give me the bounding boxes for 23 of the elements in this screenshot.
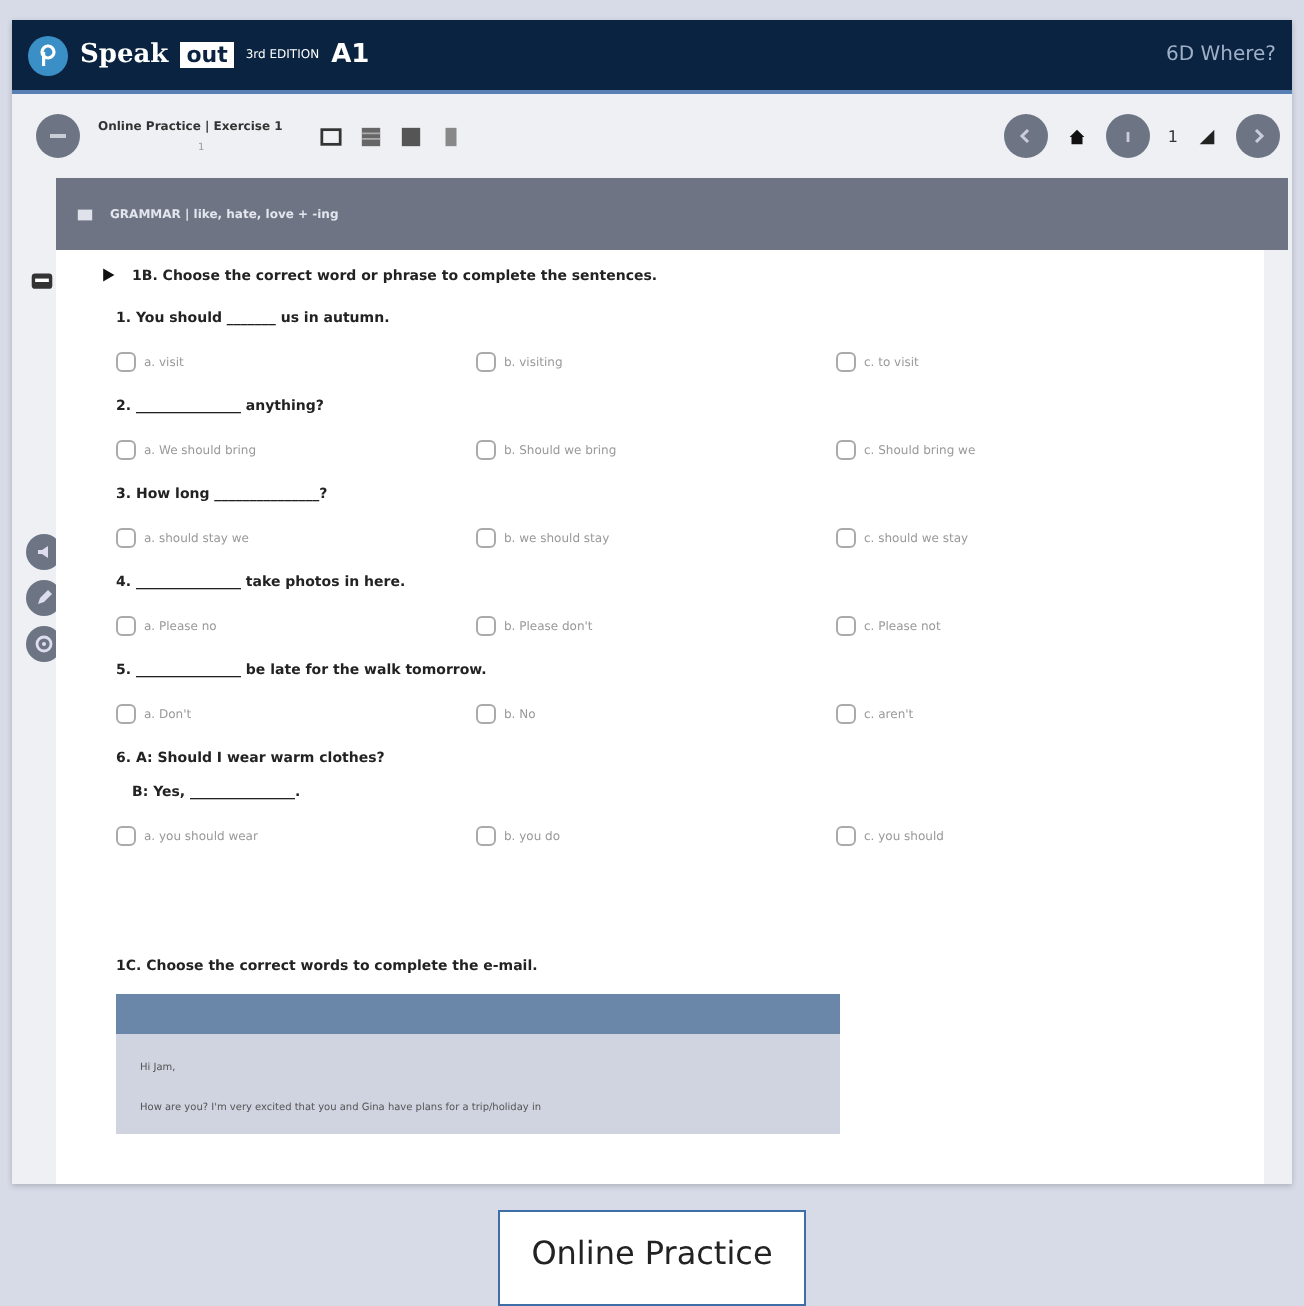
grid-icon[interactable] <box>360 125 383 147</box>
speaker-icon <box>34 542 54 562</box>
list-icon[interactable] <box>440 125 463 147</box>
menu-button[interactable] <box>36 114 80 158</box>
screen-icon[interactable] <box>320 125 343 147</box>
home-icon[interactable] <box>1065 125 1088 147</box>
level-label: A1 <box>331 40 370 70</box>
brand-badge: out <box>180 42 234 68</box>
next-button[interactable] <box>1236 114 1280 158</box>
book-icon <box>76 205 94 223</box>
chat-icon[interactable] <box>30 270 54 294</box>
play-icon[interactable] <box>100 266 116 284</box>
unit-title: 6D Where? <box>1166 44 1276 66</box>
previous-button[interactable] <box>1003 114 1048 158</box>
info-button[interactable] <box>1105 114 1150 158</box>
pencil-icon <box>34 588 54 608</box>
signal-icon <box>1196 125 1218 147</box>
caption-label: Online Practice <box>497 1210 807 1306</box>
logo-icon <box>28 35 68 75</box>
target-icon <box>34 634 54 654</box>
page-indicator: 1 <box>1167 127 1178 145</box>
brand-name: Speak <box>80 40 169 70</box>
page-icon[interactable] <box>400 125 423 147</box>
